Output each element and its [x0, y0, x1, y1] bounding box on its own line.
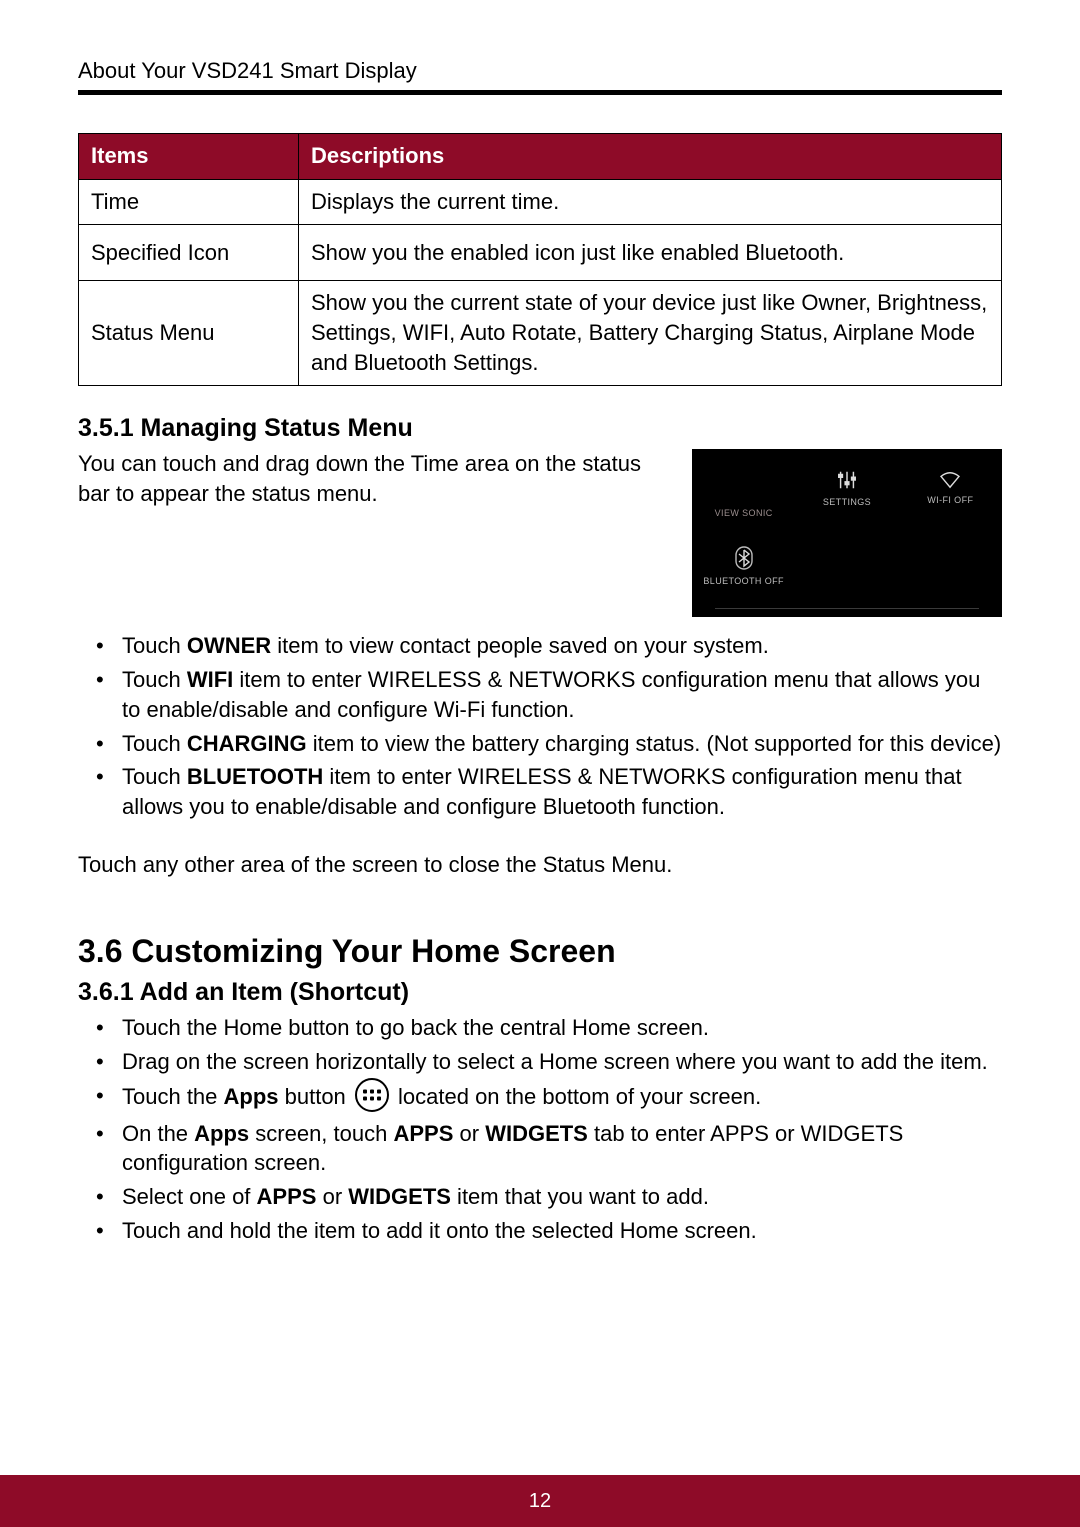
li-bold: APPS	[257, 1184, 317, 1209]
bluetooth-icon	[735, 546, 753, 570]
cell-desc: Show you the enabled icon just like enab…	[299, 225, 1002, 281]
li-pre: Touch	[122, 764, 187, 789]
cell-desc: Displays the current time.	[299, 179, 1002, 225]
table-row: Time Displays the current time.	[79, 179, 1002, 225]
bullet-list-361: Touch the Home button to go back the cen…	[96, 1013, 1002, 1245]
wifi-icon	[939, 471, 961, 489]
cell-item: Time	[79, 179, 299, 225]
li-bold: BLUETOOTH	[187, 764, 323, 789]
li-pre: Select one of	[122, 1184, 257, 1209]
settings-label: SETTINGS	[823, 497, 871, 507]
status-menu-owner: VIEW SONIC	[715, 458, 773, 518]
li-pre: Touch the	[122, 1083, 224, 1108]
status-menu-divider	[715, 608, 979, 609]
list-item: Select one of APPS or WIDGETS item that …	[96, 1182, 1002, 1212]
li-post: located on the bottom of your screen.	[392, 1083, 761, 1108]
li-mid: button	[279, 1083, 352, 1108]
lead-text: You can touch and drag down the Time are…	[78, 449, 644, 508]
li-bold: Apps	[224, 1083, 279, 1108]
list-item: Touch BLUETOOTH item to enter WIRELESS &…	[96, 762, 1002, 821]
wifi-label: WI-FI OFF	[927, 495, 973, 505]
li-pre: On the	[122, 1121, 194, 1146]
list-item: Touch WIFI item to enter WIRELESS & NETW…	[96, 665, 1002, 724]
list-item: Touch the Home button to go back the cen…	[96, 1013, 1002, 1043]
apps-icon	[355, 1078, 389, 1112]
running-header: About Your VSD241 Smart Display	[78, 58, 1002, 84]
li-bold: Apps	[194, 1121, 249, 1146]
status-menu-figure: VIEW SONIC SETTINGS	[692, 449, 1002, 617]
heading-3-6: 3.6 Customizing Your Home Screen	[78, 933, 1002, 970]
table-head-items: Items	[79, 134, 299, 180]
table-row: Specified Icon Show you the enabled icon…	[79, 225, 1002, 281]
table-row: Status Menu Show you the current state o…	[79, 281, 1002, 386]
li-post: item to view the battery charging status…	[307, 731, 1002, 756]
status-menu-wifi: WI-FI OFF	[927, 471, 973, 505]
closing-para: Touch any other area of the screen to cl…	[78, 850, 1002, 880]
list-item: Touch the Apps button located on the bot…	[96, 1081, 1002, 1115]
list-item: Touch OWNER item to view contact people …	[96, 631, 1002, 661]
li-bold: OWNER	[187, 633, 271, 658]
bluetooth-label: BLUETOOTH OFF	[703, 576, 784, 586]
li-mid: or	[316, 1184, 348, 1209]
list-item: Touch CHARGING item to view the battery …	[96, 729, 1002, 759]
page-number: 12	[529, 1490, 551, 1513]
sliders-icon	[836, 469, 858, 491]
list-item: On the Apps screen, touch APPS or WIDGET…	[96, 1119, 1002, 1178]
status-menu-bluetooth: BLUETOOTH OFF	[703, 546, 784, 586]
cell-item: Status Menu	[79, 281, 299, 386]
li-bold: WIDGETS	[485, 1121, 588, 1146]
li-pre: Touch	[122, 731, 187, 756]
list-item: Drag on the screen horizontally to selec…	[96, 1047, 1002, 1077]
li-bold: WIDGETS	[348, 1184, 451, 1209]
li-pre: Touch	[122, 667, 187, 692]
header-rule	[78, 90, 1002, 95]
li-post: item to view contact people saved on you…	[271, 633, 769, 658]
li-mid: or	[453, 1121, 485, 1146]
li-post: item to enter WIRELESS & NETWORKS config…	[122, 667, 980, 722]
li-bold: APPS	[393, 1121, 453, 1146]
li-post: item that you want to add.	[451, 1184, 709, 1209]
li-bold: CHARGING	[187, 731, 307, 756]
li-pre: Touch	[122, 633, 187, 658]
items-table: Items Descriptions Time Displays the cur…	[78, 133, 1002, 386]
li-mid: screen, touch	[249, 1121, 393, 1146]
list-item: Touch and hold the item to add it onto t…	[96, 1216, 1002, 1246]
heading-3-5-1: 3.5.1 Managing Status Menu	[78, 414, 1002, 443]
page-footer: 12	[0, 1475, 1080, 1527]
bullet-list-351: Touch OWNER item to view contact people …	[96, 631, 1002, 821]
status-menu-settings: SETTINGS	[823, 469, 871, 507]
cell-item: Specified Icon	[79, 225, 299, 281]
table-head-desc: Descriptions	[299, 134, 1002, 180]
li-bold: WIFI	[187, 667, 233, 692]
heading-3-6-1: 3.6.1 Add an Item (Shortcut)	[78, 978, 1002, 1007]
cell-desc: Show you the current state of your devic…	[299, 281, 1002, 386]
owner-label: VIEW SONIC	[715, 508, 773, 518]
